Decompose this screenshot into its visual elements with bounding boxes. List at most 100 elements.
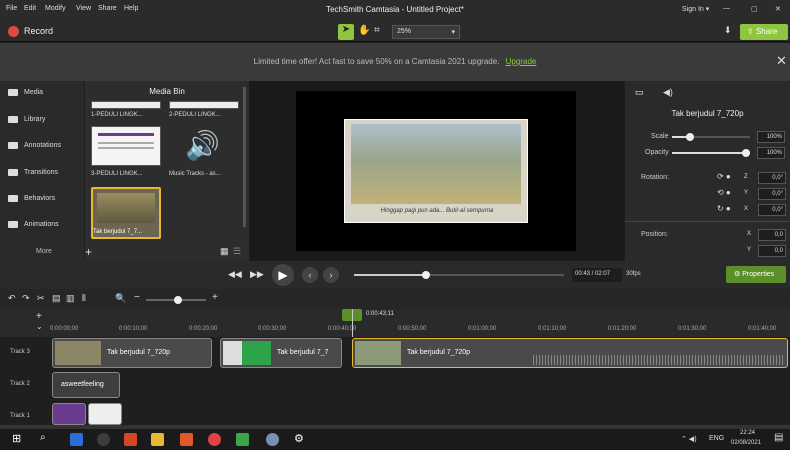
scale-slider[interactable] xyxy=(672,133,750,141)
copy-icon[interactable]: ▤ xyxy=(52,293,61,304)
clip-label: Tak berjudul 7_720p xyxy=(107,349,171,356)
audio-properties-icon[interactable]: ◀) xyxy=(663,87,673,98)
upgrade-link[interactable]: Upgrade xyxy=(506,57,537,66)
ruler-label: 0:01:00;00 xyxy=(468,326,497,332)
cut-icon[interactable]: ✂ xyxy=(37,293,45,304)
zoom-icon[interactable]: 🔍 xyxy=(115,293,126,304)
zoom-out-icon[interactable]: − xyxy=(134,292,140,303)
timeline-clip[interactable]: Tak berjudul 7_7 xyxy=(220,338,342,368)
select-tool-icon[interactable]: ➤ xyxy=(338,24,354,40)
rotation-y-input[interactable]: 0,0° xyxy=(758,188,786,200)
media-label-5: Tak berjudul 7_7... xyxy=(93,229,143,235)
undo-icon[interactable]: ↶ xyxy=(8,293,16,304)
timeline-clip[interactable] xyxy=(88,403,122,425)
powerpoint-icon[interactable] xyxy=(124,433,137,446)
clip-label: Tak berjudul 7_7 xyxy=(277,349,329,356)
record-icon[interactable] xyxy=(8,26,19,37)
scale-input[interactable]: 100% xyxy=(757,131,785,143)
video-caption: Hinggap pagi pun ada... Butir-al sempurn… xyxy=(380,208,494,214)
ruler-label: 0:00:20;00 xyxy=(189,326,218,332)
rotate-y-icon[interactable]: ⟲ ● xyxy=(717,188,731,197)
download-icon[interactable]: ⬇ xyxy=(724,25,732,36)
video-clip[interactable]: Hinggap pagi pun ada... Butir-al sempurn… xyxy=(344,119,528,223)
playback-bar: ◀◀ ▶▶ ▶ ‹ › 00:43 / 02:07 30fps ⚙ Proper… xyxy=(0,261,790,289)
language-indicator[interactable]: ENG xyxy=(709,435,724,442)
zoom-in-icon[interactable]: + xyxy=(212,292,218,303)
close-promo-icon[interactable]: ✕ xyxy=(776,53,787,69)
search-icon[interactable]: ⌕ xyxy=(40,432,46,443)
properties-panel: ▭ ◀) Tak berjudul 7_720p Scale 100% Opac… xyxy=(625,81,790,261)
maximize-icon[interactable]: ▢ xyxy=(751,5,758,13)
rotate-x-icon[interactable]: ↻ ● xyxy=(717,204,731,213)
clip-label: Tak berjudul 7_720p xyxy=(407,349,471,356)
playback-scrubber[interactable] xyxy=(354,271,564,279)
word-icon[interactable] xyxy=(70,433,83,446)
record-button[interactable]: Record xyxy=(24,26,53,36)
timeline-clip-selected[interactable]: Tak berjudul 7_720p xyxy=(352,338,788,368)
media-thumb-2[interactable] xyxy=(169,101,239,109)
y-label: Y xyxy=(744,190,749,196)
taskbar: ⊞ ⌕ ⚙ ⌃ ◀) ENG 22:24 02/08/2021 ▤ xyxy=(0,429,790,450)
spotify-icon[interactable] xyxy=(97,433,110,446)
app-icon[interactable] xyxy=(266,433,279,446)
position-x-input[interactable]: 0,0 xyxy=(758,229,786,241)
redo-icon[interactable]: ↷ xyxy=(22,293,30,304)
play-button[interactable]: ▶ xyxy=(272,264,294,286)
chrome-icon[interactable] xyxy=(208,433,221,446)
add-media-icon[interactable]: + xyxy=(85,245,92,259)
tray-icons[interactable]: ⌃ ◀) xyxy=(681,435,697,443)
grid-view-icon[interactable]: ▦ xyxy=(220,246,229,257)
z-label: Z xyxy=(744,174,748,180)
list-view-icon[interactable]: ☰ xyxy=(233,246,241,257)
nav-animations[interactable]: Animations xyxy=(8,221,59,228)
zoom-select[interactable]: 25% ▾ xyxy=(392,25,460,39)
add-track-icon[interactable]: + xyxy=(36,311,42,322)
windows-start-icon[interactable]: ⊞ xyxy=(12,432,21,445)
notification-icon[interactable]: ▤ xyxy=(774,432,783,443)
more-button[interactable]: More xyxy=(36,248,52,255)
step-back-icon[interactable]: ◀◀ xyxy=(228,269,242,280)
visual-properties-icon[interactable]: ▭ xyxy=(635,87,644,98)
nav-media[interactable]: Media xyxy=(8,89,43,96)
properties-button[interactable]: ⚙ Properties xyxy=(726,266,786,283)
share-button[interactable]: ⇧ Share xyxy=(740,24,788,40)
nav-behaviors[interactable]: Behaviors xyxy=(8,195,55,202)
timeline-clip[interactable]: Tak berjudul 7_720p xyxy=(52,338,212,368)
opacity-input[interactable]: 100% xyxy=(757,147,785,159)
opacity-slider[interactable] xyxy=(672,149,750,157)
speaker-icon[interactable]: 🔊 xyxy=(185,129,220,162)
previous-icon[interactable]: ‹ xyxy=(302,267,318,283)
camtasia-icon[interactable] xyxy=(236,433,249,446)
clock-date[interactable]: 02/08/2021 xyxy=(731,440,761,446)
next-icon[interactable]: › xyxy=(323,267,339,283)
media-label-4: Music Tracks - as... xyxy=(169,171,221,177)
split-icon[interactable]: ⫴ xyxy=(82,293,86,304)
file-explorer-icon[interactable] xyxy=(151,433,164,446)
crop-tool-icon[interactable]: ⌗ xyxy=(374,25,380,36)
close-icon[interactable]: ✕ xyxy=(775,5,781,13)
app-icon[interactable] xyxy=(180,433,193,446)
nav-transitions[interactable]: Transitions xyxy=(8,169,58,176)
settings-icon[interactable]: ⚙ xyxy=(294,432,304,445)
timeline-zoom-slider[interactable] xyxy=(146,296,206,304)
sign-in-button[interactable]: Sign In ▾ xyxy=(682,5,709,13)
position-y-input[interactable]: 0,0 xyxy=(758,245,786,257)
opacity-label: Opacity xyxy=(645,149,669,156)
paste-icon[interactable]: ▥ xyxy=(66,293,75,304)
rotation-z-input[interactable]: 0,0° xyxy=(758,172,786,184)
bin-scrollbar[interactable] xyxy=(243,87,246,227)
rotation-x-input[interactable]: 0,0° xyxy=(758,204,786,216)
media-thumb-3[interactable] xyxy=(91,126,161,166)
rotate-z-icon[interactable]: ⟳ ● xyxy=(717,172,731,181)
step-forward-icon[interactable]: ▶▶ xyxy=(250,269,264,280)
minimize-icon[interactable]: — xyxy=(723,5,730,12)
nav-annotations[interactable]: Annotations xyxy=(8,142,61,149)
collapse-icon[interactable]: ⌄ xyxy=(36,322,43,331)
pan-tool-icon[interactable]: ✋ xyxy=(358,25,370,36)
clock-time[interactable]: 22:24 xyxy=(740,430,755,436)
audio-waveform xyxy=(533,355,783,365)
media-thumb-1[interactable] xyxy=(91,101,161,109)
nav-library[interactable]: Library xyxy=(8,116,45,123)
timeline-clip[interactable] xyxy=(52,403,86,425)
audio-clip[interactable]: asweetfeeling xyxy=(52,372,120,398)
